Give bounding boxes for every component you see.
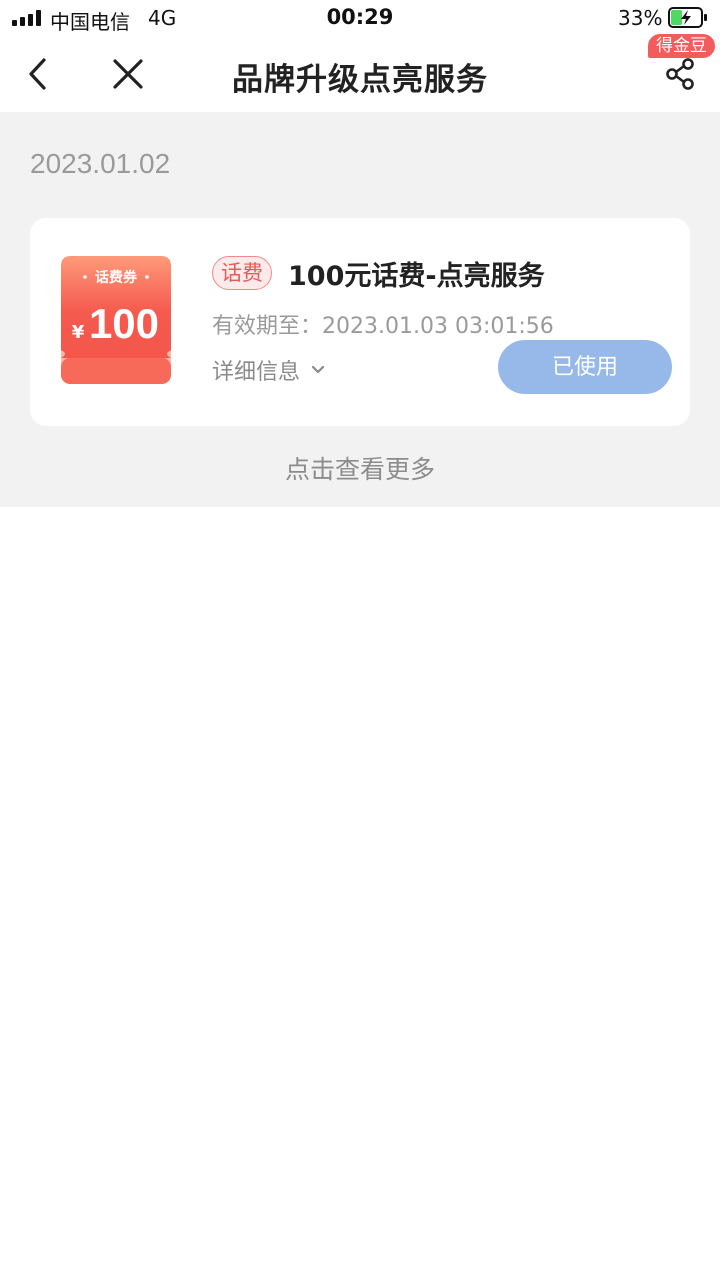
detail-info-label: 详细信息 (212, 360, 301, 385)
status-bar: 中国电信 4G 00:29 33% (0, 0, 720, 36)
ticket-amount: 100 (89, 300, 159, 347)
ticket-currency: ¥ (72, 322, 85, 343)
share-icon (666, 58, 694, 90)
coupon-list-section: 2023.01.02 话费券 ¥ 100 话费 100元话费-点亮服务 有效期至… (0, 112, 720, 507)
validity-label: 有效期至： (212, 314, 323, 339)
ticket-label: 话费券 (95, 269, 138, 286)
battery-percent: 33% (618, 6, 663, 30)
coupon-title: 100元话费-点亮服务 (288, 261, 545, 292)
gold-bean-badge[interactable]: 得金豆 (648, 34, 715, 58)
view-more-link[interactable]: 点击查看更多 (0, 450, 720, 486)
coupon-card[interactable]: 话费券 ¥ 100 话费 100元话费-点亮服务 有效期至：2023.01.03… (30, 218, 690, 426)
validity-value: 2023.01.03 03:01:56 (322, 314, 554, 339)
chevron-down-icon (311, 365, 325, 374)
date-heading: 2023.01.02 (30, 148, 171, 179)
used-status-button[interactable]: 已使用 (498, 340, 672, 394)
page-title: 品牌升级点亮服务 (232, 62, 488, 98)
battery-icon (668, 7, 707, 28)
category-tag: 话费 (212, 256, 272, 290)
detail-info-toggle[interactable]: 详细信息 (212, 354, 326, 386)
clock: 00:29 (326, 5, 394, 29)
nav-bar: 品牌升级点亮服务 得金豆 (0, 34, 720, 112)
validity: 有效期至：2023.01.03 03:01:56 (212, 308, 554, 340)
coupon-ticket-icon: 话费券 ¥ 100 (61, 256, 171, 384)
